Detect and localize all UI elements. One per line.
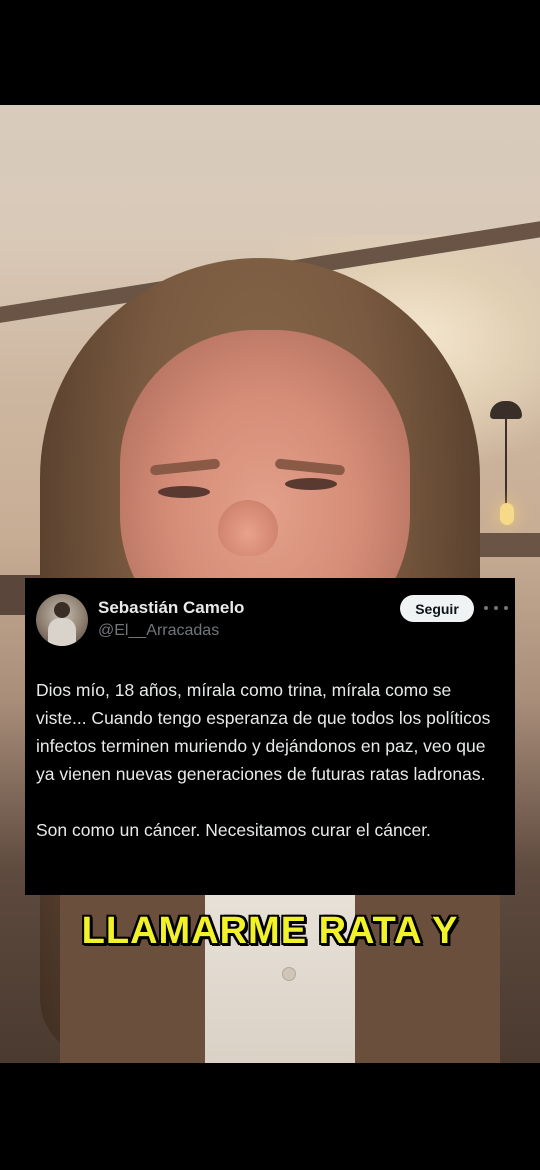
right-eye — [285, 478, 337, 490]
pendant-lamp-cord — [505, 415, 507, 505]
tweet-handle[interactable]: @El__Arracadas — [98, 622, 219, 640]
bottom-black-bar — [0, 1063, 540, 1170]
more-dot — [484, 606, 488, 610]
avatar-head — [54, 602, 70, 618]
tweet-text: Dios mío, 18 años, mírala como trina, mí… — [36, 676, 506, 844]
person-nose — [218, 500, 278, 556]
video-caption: LLAMARME RATA Y — [81, 910, 459, 952]
avatar-body — [48, 618, 76, 646]
avatar[interactable] — [36, 594, 88, 646]
tweet-paragraph: Dios mío, 18 años, mírala como trina, mí… — [36, 680, 491, 784]
follow-button[interactable]: Seguir — [400, 595, 474, 622]
tweet-paragraph: Son como un cáncer. Necesitamos curar el… — [36, 820, 431, 840]
more-dot — [494, 606, 498, 610]
left-eye — [158, 486, 210, 498]
more-horizontal-icon[interactable] — [484, 600, 508, 616]
tweet-display-name[interactable]: Sebastián Camelo — [98, 598, 244, 618]
top-black-bar — [0, 0, 540, 105]
shirt-button — [282, 967, 296, 981]
more-dot — [504, 606, 508, 610]
tweet-card: Sebastián Camelo @El__Arracadas Seguir D… — [25, 578, 515, 895]
pendant-lamp-bulb — [500, 503, 514, 525]
